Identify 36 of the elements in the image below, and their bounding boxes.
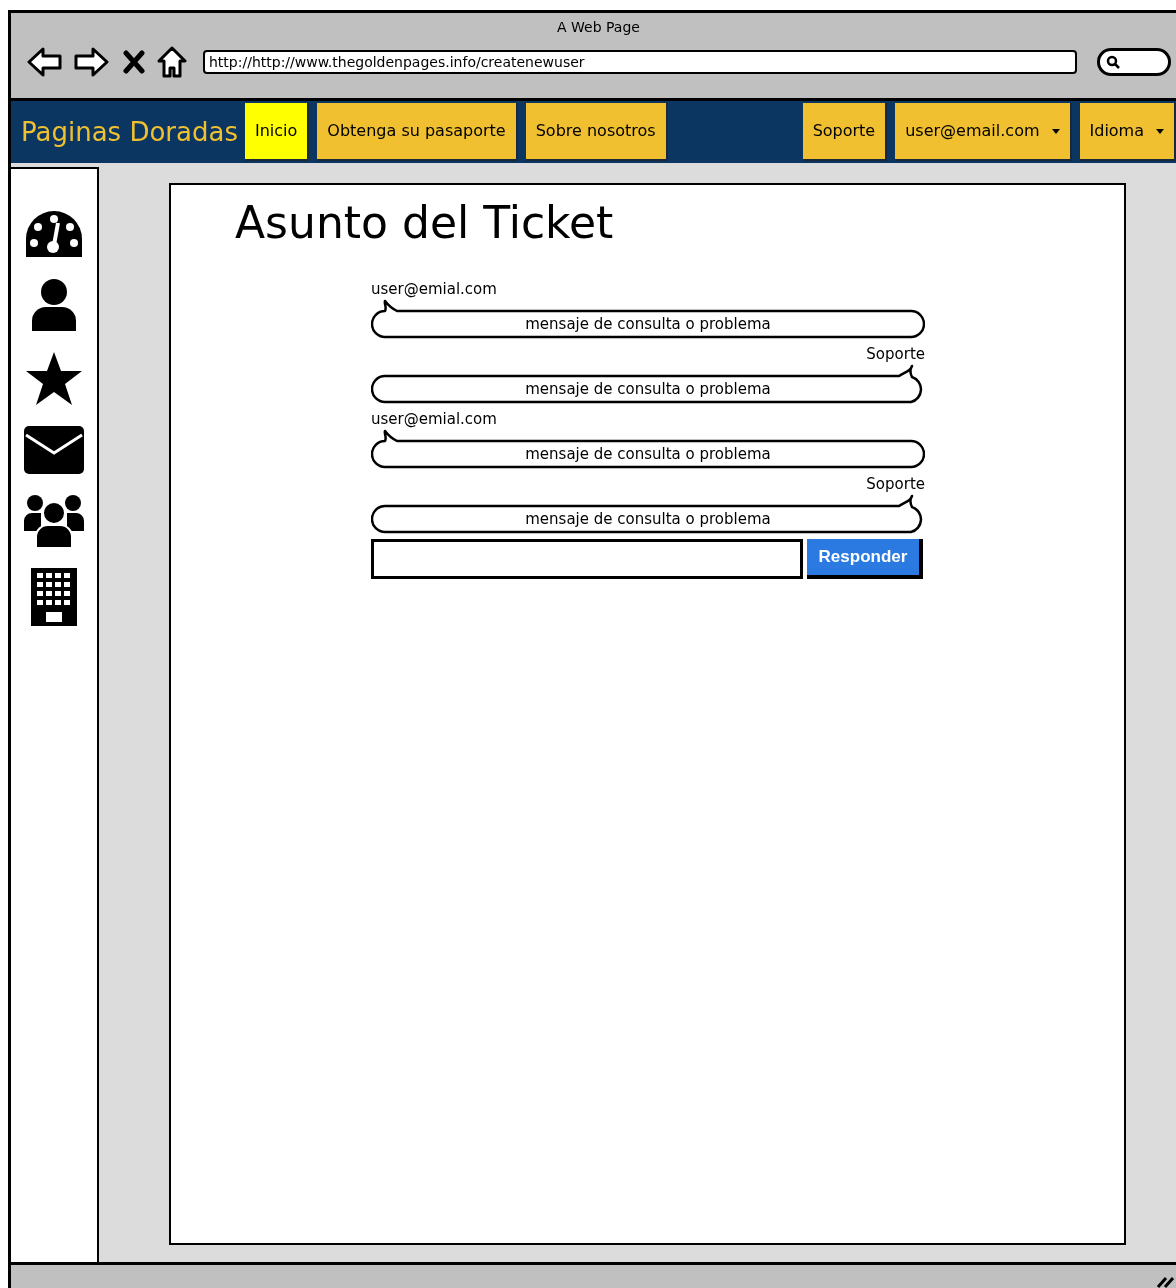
reply-button[interactable]: Responder: [807, 539, 923, 579]
brand-title[interactable]: Paginas Doradas: [21, 112, 245, 152]
dashboard-gauge-icon[interactable]: [24, 209, 84, 259]
dropdown-label: Idioma: [1089, 120, 1144, 142]
mail-icon[interactable]: [23, 425, 85, 475]
message-text: mensaje de consulta o problema: [524, 379, 772, 399]
dropdown-menu-button[interactable]: user@email.com: [895, 103, 1072, 161]
home-icon[interactable]: [157, 46, 187, 78]
dropdown-label: user@email.com: [905, 120, 1040, 142]
search-field[interactable]: [1097, 48, 1171, 76]
user-icon[interactable]: [29, 277, 79, 333]
dropdown-menu-button[interactable]: Idioma: [1079, 103, 1176, 161]
caret-icon: [1156, 128, 1164, 134]
back-arrow-icon[interactable]: [27, 47, 63, 77]
forward-arrow-icon[interactable]: [73, 47, 109, 77]
search-icon: [1106, 55, 1120, 69]
address-field[interactable]: http://http://www.thegoldenpages.info/createnewuser: [203, 50, 1077, 74]
close-icon[interactable]: [123, 50, 145, 74]
message-text: mensaje de consulta o problema: [524, 509, 772, 529]
nav-tab[interactable]: Inicio: [245, 103, 310, 161]
ticket-title: Asunto del Ticket: [235, 196, 615, 250]
window-title: A Web Page: [557, 18, 640, 37]
message-text: mensaje de consulta o problema: [524, 314, 772, 334]
message-author: Soporte: [866, 474, 925, 494]
message-text: mensaje de consulta o problema: [524, 444, 772, 464]
caret-icon: [1051, 128, 1060, 134]
star-icon[interactable]: [25, 351, 83, 407]
nav-tab[interactable]: Soporte: [802, 103, 888, 161]
message-author: user@emial.com: [371, 409, 497, 429]
nav-tab[interactable]: Sobre nosotros: [525, 103, 668, 161]
reply-input-field[interactable]: [371, 539, 803, 579]
message-author: user@emial.com: [371, 279, 497, 299]
group-icon[interactable]: [23, 493, 85, 549]
message-author: Soporte: [866, 344, 925, 364]
nav-tab[interactable]: Obtenga su pasaporte: [317, 103, 518, 161]
building-icon[interactable]: [30, 567, 78, 627]
